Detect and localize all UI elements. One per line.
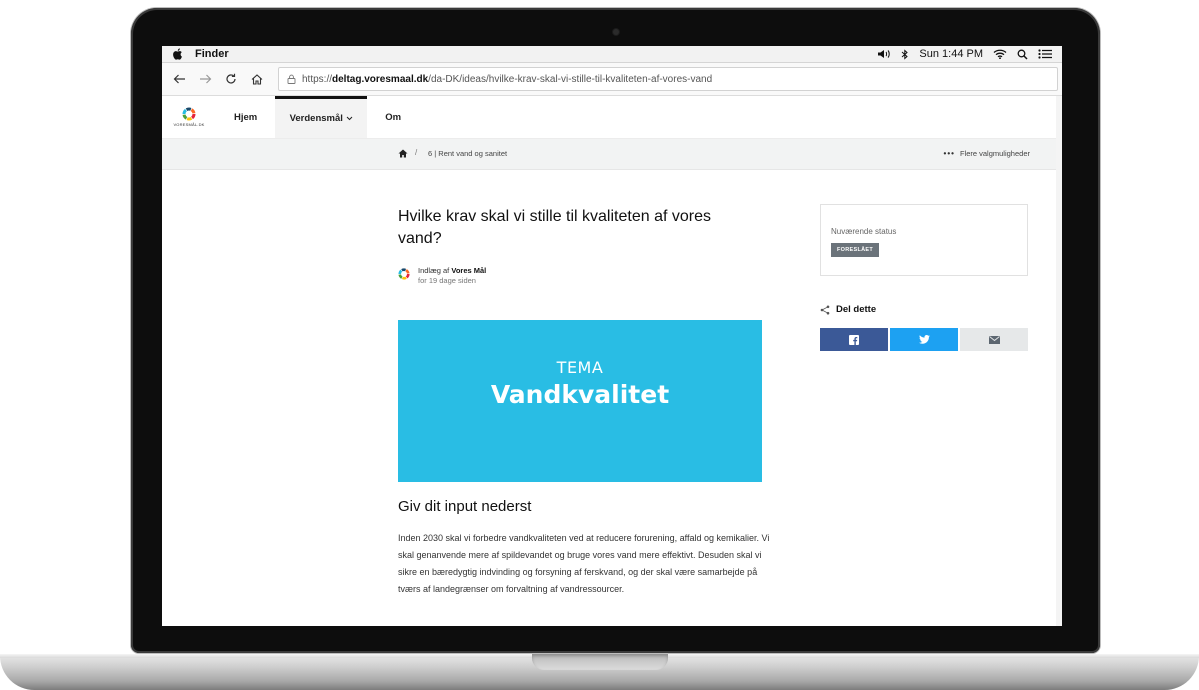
twitter-share-button[interactable] <box>890 328 958 351</box>
more-options-button[interactable]: ••• Flere valgmuligheder <box>944 149 1030 158</box>
facebook-share-button[interactable] <box>820 328 888 351</box>
list-icon[interactable] <box>1038 49 1052 59</box>
breadcrumb-current[interactable]: 6 | Rent vand og sanitet <box>428 149 507 158</box>
author-name[interactable]: Vores Mål <box>451 266 486 275</box>
mac-menubar: Finder Sun 1:44 PM <box>162 46 1062 63</box>
nav-item-om[interactable]: Om <box>367 96 419 138</box>
hero-line-1: TEMA <box>556 358 604 377</box>
webcam <box>613 29 619 35</box>
nav-item-hjem[interactable]: Hjem <box>212 96 275 138</box>
lock-icon <box>287 74 296 84</box>
url-path: /da-DK/ideas/hvilke-krav-skal-vi-stille-… <box>428 73 713 85</box>
logo-text: VORESMÅL.DK <box>173 122 205 127</box>
share-heading: Del dette <box>820 304 876 315</box>
status-card: Nuværende status FORESLÅET <box>820 204 1028 276</box>
hero-banner: TEMA Vandkvalitet <box>398 320 762 482</box>
back-icon[interactable] <box>166 66 192 92</box>
browser-toolbar: https://deltag.voresmaal.dk/da-DK/ideas/… <box>162 63 1062 96</box>
laptop-notch <box>532 654 668 670</box>
status-badge: FORESLÅET <box>831 243 880 257</box>
nav-label: Om <box>385 111 402 123</box>
facebook-icon <box>849 334 859 345</box>
article-subheading: Giv dit input nederst <box>398 498 532 515</box>
nav-label: Verdensmål <box>289 113 343 124</box>
home-icon[interactable] <box>244 66 270 92</box>
app-name[interactable]: Finder <box>195 48 229 60</box>
site-navigation: VORESMÅL.DK Hjem Verdensmål Om <box>162 96 1062 139</box>
author-avatar-icon <box>398 268 410 280</box>
author-meta: Indlæg af Vores Mål for 19 dage siden <box>418 266 486 286</box>
breadcrumb-separator: / <box>415 148 418 157</box>
twitter-icon <box>918 335 930 344</box>
menubar-clock[interactable]: Sun 1:44 PM <box>919 48 983 60</box>
author-info: Indlæg af Vores Mål for 19 dage siden <box>398 266 486 286</box>
email-icon <box>988 335 1000 344</box>
dots-icon: ••• <box>943 149 955 158</box>
chevron-down-icon <box>346 116 353 121</box>
share-icon <box>820 305 830 314</box>
breadcrumb: / 6 | Rent vand og sanitet ••• Flere val… <box>162 139 1062 170</box>
more-options-label: Flere valgmuligheder <box>959 149 1030 158</box>
email-share-button[interactable] <box>960 328 1028 351</box>
article-body: Inden 2030 skal vi forbedre vandkvalitet… <box>398 533 770 594</box>
nav-label: Hjem <box>234 111 258 123</box>
url-domain: deltag.voresmaal.dk <box>332 73 429 85</box>
bluetooth-icon[interactable] <box>901 48 909 60</box>
author-prefix: Indlæg af <box>418 266 450 275</box>
hero-line-2: Vandkvalitet <box>490 380 670 409</box>
forward-icon[interactable] <box>192 66 218 92</box>
sdg-wheel-icon <box>182 107 196 121</box>
menubar-status-area: Sun 1:44 PM <box>877 48 1052 60</box>
post-time: for 19 dage siden <box>418 276 476 285</box>
home-icon[interactable] <box>398 149 408 158</box>
status-label: Nuværende status <box>831 227 897 236</box>
apple-icon[interactable] <box>172 48 183 60</box>
laptop-screen: Finder Sun 1:44 PM https:// deltag.vores… <box>162 46 1062 626</box>
site-logo[interactable]: VORESMÅL.DK <box>166 96 212 138</box>
share-label: Del dette <box>836 304 877 315</box>
wifi-icon[interactable] <box>993 49 1007 59</box>
search-icon[interactable] <box>1017 49 1028 60</box>
address-bar[interactable]: https://deltag.voresmaal.dk/da-DK/ideas/… <box>278 67 1058 91</box>
volume-icon[interactable] <box>877 49 891 59</box>
page-scrollbar[interactable] <box>1056 96 1062 626</box>
nav-item-verdensmal[interactable]: Verdensmål <box>275 96 368 138</box>
url-prefix: https:// <box>302 73 333 85</box>
page-title: Hvilke krav skal vi stille til kvalitete… <box>398 208 711 247</box>
reload-icon[interactable] <box>218 66 244 92</box>
